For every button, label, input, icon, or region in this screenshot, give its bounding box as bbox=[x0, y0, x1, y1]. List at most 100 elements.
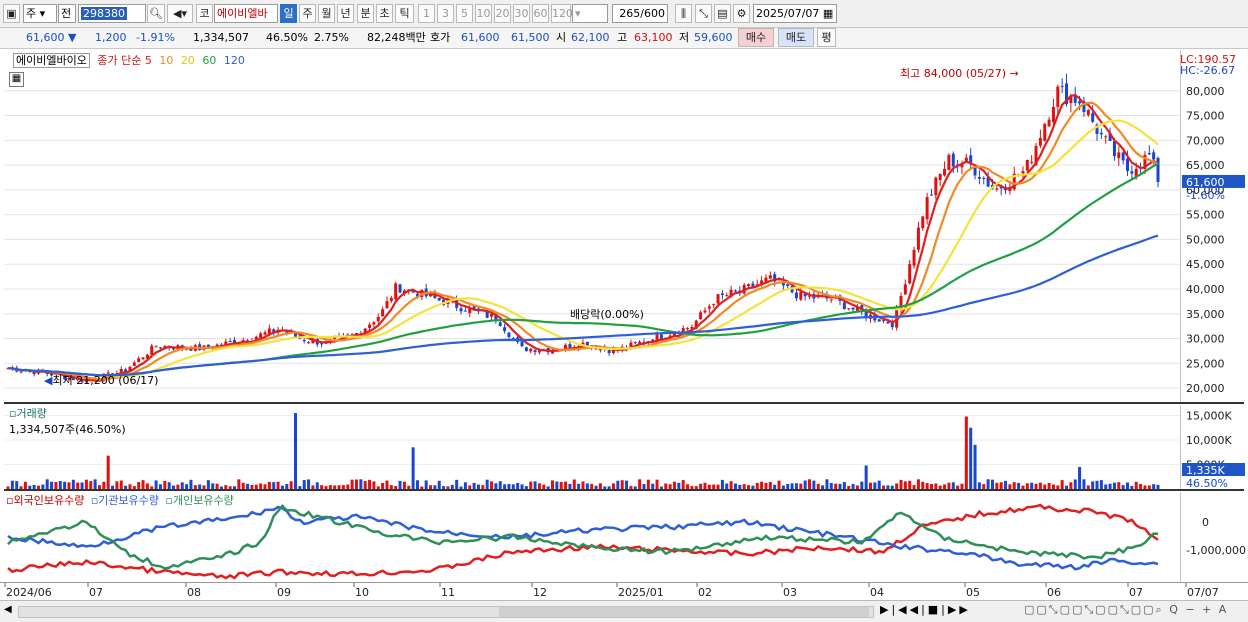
foreign-legend: ▫외국인보유수량 bbox=[6, 494, 85, 507]
eval-button[interactable]: 평 bbox=[817, 28, 836, 47]
search-icon[interactable]: 🔍︎ bbox=[147, 4, 165, 23]
candle bbox=[720, 293, 724, 296]
turnover: 2.75% bbox=[314, 31, 349, 44]
stock-name-field[interactable]: 에이비엘바 bbox=[214, 4, 278, 23]
tab-tick[interactable]: 틱 bbox=[395, 4, 414, 23]
candle bbox=[389, 297, 393, 302]
holding-line-1 bbox=[7, 505, 1159, 571]
candle bbox=[847, 308, 851, 310]
date-label: 06 bbox=[1047, 586, 1061, 599]
scrollbar-track[interactable] bbox=[18, 606, 874, 618]
volume-bar bbox=[180, 482, 184, 489]
window-icon[interactable]: ▣ bbox=[3, 4, 20, 23]
candle bbox=[1121, 152, 1125, 161]
volume-chart[interactable] bbox=[4, 405, 1180, 489]
tab-month[interactable]: 월 bbox=[318, 4, 335, 23]
calendar-icon[interactable]: ▦ bbox=[823, 7, 833, 20]
volume-bar bbox=[964, 416, 968, 489]
volume-bar bbox=[58, 481, 62, 489]
candle bbox=[263, 332, 267, 335]
interval-3[interactable]: 3 bbox=[437, 4, 454, 23]
buy-button[interactable]: 매수 bbox=[738, 28, 774, 47]
interval-60[interactable]: 60 bbox=[532, 4, 549, 23]
interval-120[interactable]: 120 bbox=[551, 4, 573, 23]
pane-divider[interactable] bbox=[4, 402, 1244, 404]
high-price: 63,100 bbox=[634, 31, 673, 44]
tab-second[interactable]: 초 bbox=[376, 4, 393, 23]
date-label: 02 bbox=[698, 586, 712, 599]
interval-30[interactable]: 30 bbox=[513, 4, 530, 23]
candle bbox=[368, 324, 372, 328]
volume-bar bbox=[977, 482, 981, 489]
volume-bar bbox=[1012, 482, 1016, 489]
tab-week[interactable]: 주 bbox=[299, 4, 316, 23]
market-type-select[interactable]: 주 ▾ bbox=[23, 4, 57, 23]
date-input[interactable]: 2025/07/07 ▦ bbox=[753, 4, 837, 23]
holding-tick-label: 0 bbox=[1202, 516, 1209, 529]
price-pane[interactable]: 에이비엘바이오 종가 단순 5 10 20 60 120 ▦ 최고 84,000… bbox=[4, 50, 1180, 402]
volume-bar bbox=[163, 480, 167, 489]
candle bbox=[1117, 152, 1121, 159]
candle bbox=[520, 341, 524, 347]
interval-20[interactable]: 20 bbox=[494, 4, 511, 23]
candle bbox=[916, 227, 920, 250]
playback-controls[interactable]: ▶|◀◀|■|▶▶ bbox=[880, 603, 971, 616]
date-label: 07/07 bbox=[1187, 586, 1219, 599]
data-count-field[interactable]: 265/600 bbox=[612, 4, 668, 23]
market-button[interactable]: 코 bbox=[196, 4, 213, 23]
pane-divider-2[interactable] bbox=[4, 489, 1244, 491]
candle bbox=[725, 295, 729, 297]
candle bbox=[1112, 141, 1116, 157]
interval-1[interactable]: 1 bbox=[418, 4, 435, 23]
candle bbox=[381, 309, 385, 317]
speaker-icon[interactable]: ◀▾ bbox=[167, 4, 193, 23]
price-tick-label: 65,000 bbox=[1186, 159, 1225, 172]
volume-bar bbox=[1082, 479, 1086, 489]
candle bbox=[228, 340, 232, 342]
current-volume-pct: 46.50% bbox=[1186, 477, 1228, 489]
date-label: 08 bbox=[187, 586, 201, 599]
volume-bar bbox=[67, 482, 71, 489]
price-axis-svg: LC:190.57HC:-26.6780,00075,00070,00065,0… bbox=[1179, 50, 1245, 402]
volume-bar bbox=[490, 481, 494, 489]
volume-axis: 15,000K10,000K5,000K1,335K46.50% bbox=[1179, 405, 1248, 490]
interval-5[interactable]: 5 bbox=[456, 4, 473, 23]
candle bbox=[1152, 152, 1156, 160]
tab-day[interactable]: 일 bbox=[280, 4, 297, 23]
candle bbox=[1021, 171, 1025, 174]
ask-price: 61,600 bbox=[461, 31, 500, 44]
holding-pane[interactable]: ▫외국인보유수량 ▫기관보유수량 ▫개인보유수량 bbox=[4, 492, 1180, 582]
settings-icon[interactable]: ⚙ bbox=[733, 4, 750, 23]
price-tick-label: 80,000 bbox=[1186, 85, 1225, 98]
interval-select[interactable]: ▾ bbox=[572, 4, 608, 23]
candle bbox=[459, 308, 463, 312]
candle bbox=[799, 291, 803, 300]
date-label: 07 bbox=[1129, 586, 1143, 599]
tab-minute[interactable]: 분 bbox=[357, 4, 374, 23]
price-chart[interactable] bbox=[4, 50, 1180, 402]
tool-icons[interactable]: ▢▢⤡▢▢⤡▢▢⤡▢▢⌕ Q − + A bbox=[1024, 603, 1228, 617]
scroll-left-icon[interactable]: ◀ bbox=[4, 604, 12, 615]
interval-10[interactable]: 10 bbox=[475, 4, 492, 23]
candle bbox=[699, 312, 703, 320]
scrollbar-thumb[interactable] bbox=[499, 607, 869, 617]
period-type-select[interactable]: 전 bbox=[58, 4, 76, 23]
volume-bar bbox=[842, 482, 846, 489]
date-axis: 2024/06 07 08 09 10 11 12 2025/01 02 03 04 05 06 07 07… bbox=[0, 582, 1248, 600]
tab-year[interactable]: 년 bbox=[337, 4, 354, 23]
sell-button[interactable]: 매도 bbox=[778, 28, 814, 47]
volume-bar bbox=[986, 479, 990, 489]
volume-bar bbox=[825, 479, 829, 489]
candle-type-icon[interactable]: ⫼ bbox=[675, 4, 692, 23]
stock-code-input[interactable]: 298380 bbox=[78, 4, 146, 23]
draw-tool-icon[interactable]: ⤡ bbox=[695, 4, 712, 23]
ma-20: 20 bbox=[180, 54, 195, 67]
volume-bar bbox=[877, 480, 881, 489]
save-icon[interactable]: ▤ bbox=[714, 4, 731, 23]
table-icon[interactable]: ▦ bbox=[9, 72, 24, 87]
volume-pane[interactable]: ▫거래량 1,334,507주(46.50%) bbox=[4, 405, 1180, 489]
candle bbox=[394, 283, 398, 300]
date-label: 05 bbox=[966, 586, 980, 599]
holding-axis-svg: 0 -1,000,000 bbox=[1179, 492, 1246, 582]
price-tick-label: 40,000 bbox=[1186, 283, 1225, 296]
